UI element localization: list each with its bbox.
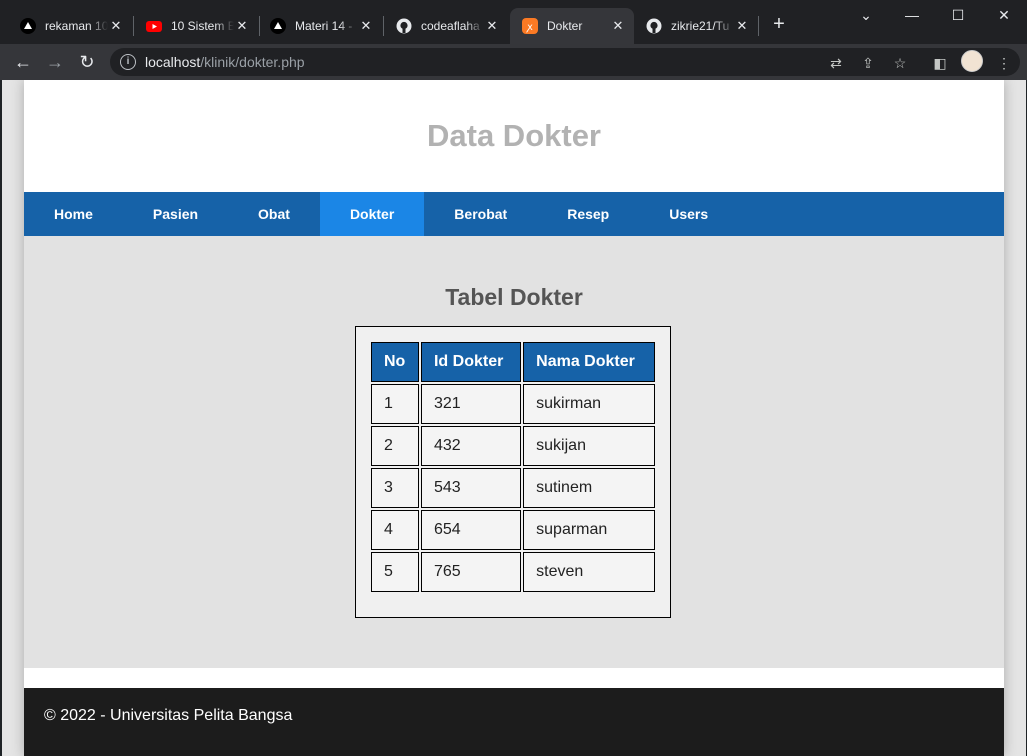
browser-tab-1[interactable]: rekaman 10 ✕ bbox=[8, 8, 132, 44]
tab-title: zikrie21/Tu bbox=[671, 19, 730, 33]
tab-close-icon[interactable]: ✕ bbox=[234, 18, 250, 34]
table-cell: 5 bbox=[371, 552, 419, 592]
maximize-button[interactable]: ☐ bbox=[935, 0, 981, 32]
url-host: localhost bbox=[145, 54, 201, 70]
table-row: 2 432 sukijan bbox=[371, 426, 655, 466]
column-header: No bbox=[371, 342, 419, 382]
tab-title: Materi 14 - bbox=[295, 19, 353, 33]
browser-tab-5[interactable]: ꭗ Dokter ✕ bbox=[510, 8, 634, 44]
page-container: Data Dokter Home Pasien Obat Dokter Berobat R… bbox=[24, 80, 1004, 756]
tab-title: rekaman 10 bbox=[45, 19, 108, 33]
tab-close-icon[interactable]: ✕ bbox=[108, 18, 124, 34]
tab-close-icon[interactable]: ✕ bbox=[484, 18, 500, 34]
page-viewport: Data Dokter Home Pasien Obat Dokter Berobat R… bbox=[2, 80, 1026, 756]
browser-tab-3[interactable]: Materi 14 - ✕ bbox=[258, 8, 382, 44]
side-panel-icon[interactable]: ◧ bbox=[931, 54, 949, 72]
github-icon bbox=[646, 18, 662, 34]
page-footer: © 2022 - Universitas Pelita Bangsa bbox=[24, 688, 1004, 756]
svg-text:ꭗ: ꭗ bbox=[525, 22, 533, 33]
table-row: 1 321 sukirman bbox=[371, 384, 655, 424]
tab-close-icon[interactable]: ✕ bbox=[734, 18, 750, 34]
table-cell: 765 bbox=[420, 552, 522, 592]
xampp-icon: ꭗ bbox=[522, 18, 538, 34]
nav-item-berobat[interactable]: Berobat bbox=[424, 192, 537, 236]
table-title: Tabel Dokter bbox=[445, 284, 583, 310]
nav-item-dokter[interactable]: Dokter bbox=[319, 192, 425, 236]
reload-icon[interactable]: ↻ bbox=[75, 50, 99, 74]
menu-dots-icon[interactable]: ⋮ bbox=[995, 54, 1013, 72]
main-nav: Home Pasien Obat Dokter Berobat Resep Users bbox=[24, 192, 1004, 236]
close-window-button[interactable]: ✕ bbox=[981, 0, 1027, 32]
nav-item-home[interactable]: Home bbox=[24, 192, 123, 236]
table-row: 3 543 sutinem bbox=[371, 468, 655, 508]
table-cell: steven bbox=[523, 552, 655, 592]
address-bar[interactable]: i localhost/klinik/dokter.php bbox=[110, 48, 1020, 76]
bookmark-star-icon[interactable]: ☆ bbox=[891, 54, 909, 72]
browser-tab-6[interactable]: zikrie21/Tu ✕ bbox=[634, 8, 758, 44]
url-path: /klinik/dokter.php bbox=[200, 54, 305, 70]
table-cell: suparman bbox=[523, 510, 655, 550]
browser-tab-2[interactable]: 10 Sistem B ✕ bbox=[134, 8, 258, 44]
table-cell: 321 bbox=[420, 384, 522, 424]
table-row: 4 654 suparman bbox=[371, 510, 655, 550]
nav-item-users[interactable]: Users bbox=[639, 192, 738, 236]
browser-tab-4[interactable]: codeaflaha ✕ bbox=[384, 8, 508, 44]
share-icon[interactable]: ⇪ bbox=[859, 54, 877, 72]
vercel-icon bbox=[270, 18, 286, 34]
table-cell: sukijan bbox=[523, 426, 655, 466]
nav-item-obat[interactable]: Obat bbox=[228, 192, 320, 236]
table-frame: No Id Dokter Nama Dokter 1 321 sukirman 2 432 s… bbox=[355, 326, 671, 618]
tab-title: codeaflaha bbox=[421, 19, 480, 33]
table-cell: sukirman bbox=[523, 384, 655, 424]
page-header: Data Dokter bbox=[24, 80, 1004, 192]
table-cell: sutinem bbox=[523, 468, 655, 508]
table-header-row: No Id Dokter Nama Dokter bbox=[371, 342, 655, 382]
tab-close-icon[interactable]: ✕ bbox=[358, 18, 374, 34]
column-header: Id Dokter bbox=[420, 342, 522, 382]
minimize-button[interactable]: — bbox=[889, 0, 935, 32]
column-header: Nama Dokter bbox=[523, 342, 655, 382]
vercel-icon bbox=[20, 18, 36, 34]
new-tab-button[interactable]: + bbox=[768, 13, 790, 35]
nav-item-resep[interactable]: Resep bbox=[537, 192, 639, 236]
table-cell: 654 bbox=[420, 510, 522, 550]
tab-separator bbox=[758, 16, 759, 36]
table-cell: 1 bbox=[371, 384, 419, 424]
tab-close-icon[interactable]: ✕ bbox=[610, 18, 626, 34]
nav-item-pasien[interactable]: Pasien bbox=[123, 192, 228, 236]
content-spacer bbox=[24, 668, 1004, 688]
translate-icon[interactable]: ⇄ bbox=[827, 54, 845, 72]
table-cell: 3 bbox=[371, 468, 419, 508]
profile-avatar[interactable] bbox=[961, 50, 983, 72]
browser-tab-bar: rekaman 10 ✕ 10 Sistem B ✕ Materi 14 - ✕ codea… bbox=[0, 0, 1027, 44]
tab-search-icon[interactable]: ⌄ bbox=[843, 0, 889, 32]
table-cell: 2 bbox=[371, 426, 419, 466]
youtube-icon bbox=[146, 18, 162, 34]
table-cell: 543 bbox=[420, 468, 522, 508]
dokter-table: No Id Dokter Nama Dokter 1 321 sukirman 2 432 s… bbox=[369, 340, 657, 594]
browser-toolbar: ← → ↻ i localhost/klinik/dokter.php ⇄ ⇪ … bbox=[0, 44, 1027, 80]
github-icon bbox=[396, 18, 412, 34]
main-content: Tabel Dokter No Id Dokter Nama Dokter 1 321… bbox=[24, 236, 1004, 668]
site-info-icon[interactable]: i bbox=[120, 54, 136, 70]
table-cell: 4 bbox=[371, 510, 419, 550]
back-arrow-icon[interactable]: ← bbox=[11, 50, 35, 74]
table-row: 5 765 steven bbox=[371, 552, 655, 592]
table-cell: 432 bbox=[420, 426, 522, 466]
tab-title: Dokter bbox=[547, 19, 583, 33]
tab-title: 10 Sistem B bbox=[171, 19, 234, 33]
page-title: Data Dokter bbox=[427, 118, 601, 153]
forward-arrow-icon[interactable]: → bbox=[43, 50, 67, 74]
